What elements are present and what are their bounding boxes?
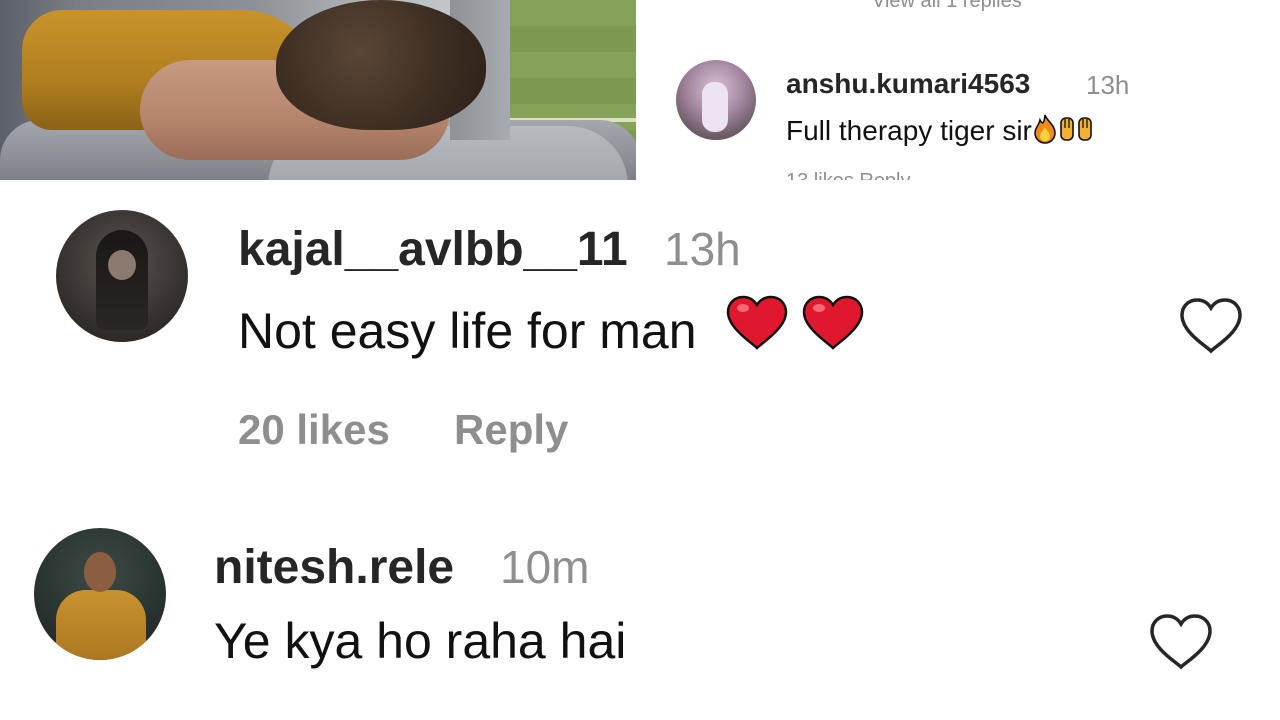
avatar[interactable]: [676, 60, 756, 140]
view-replies-link[interactable]: View all 1 replies: [872, 0, 1022, 13]
avatar[interactable]: [34, 528, 166, 660]
comment-username[interactable]: nitesh.rele: [214, 540, 454, 595]
comment-text: Ye kya ho raha hai: [214, 613, 627, 669]
comment-timestamp: 13h: [1086, 70, 1130, 100]
red-heart-emoji-icon: [800, 294, 866, 364]
red-heart-emoji-icon: [724, 294, 790, 364]
comment-text: Full therapy tiger sir: [786, 112, 1094, 151]
raised-hands-emoji-icon: [1058, 112, 1094, 151]
fire-emoji-icon: [1032, 114, 1058, 151]
reply-button[interactable]: Reply: [454, 406, 568, 454]
comment-username[interactable]: kajal__avlbb__11: [238, 222, 628, 277]
post-photo: [0, 0, 636, 180]
avatar[interactable]: [56, 210, 188, 342]
heart-outline-icon[interactable]: [1148, 612, 1214, 672]
likes-count[interactable]: 20 likes: [238, 406, 390, 454]
comment-meta-cut: 13 likes Reply: [786, 170, 986, 180]
comment-body: Not easy life for man: [238, 303, 697, 359]
comment-text: Not easy life for man: [238, 294, 866, 364]
comment-body: Full therapy tiger sir: [786, 115, 1032, 146]
heart-outline-icon[interactable]: [1178, 296, 1244, 356]
comment-timestamp: 10m: [500, 541, 590, 593]
comment-username[interactable]: anshu.kumari4563: [786, 68, 1030, 100]
comment-timestamp: 13h: [664, 223, 741, 275]
